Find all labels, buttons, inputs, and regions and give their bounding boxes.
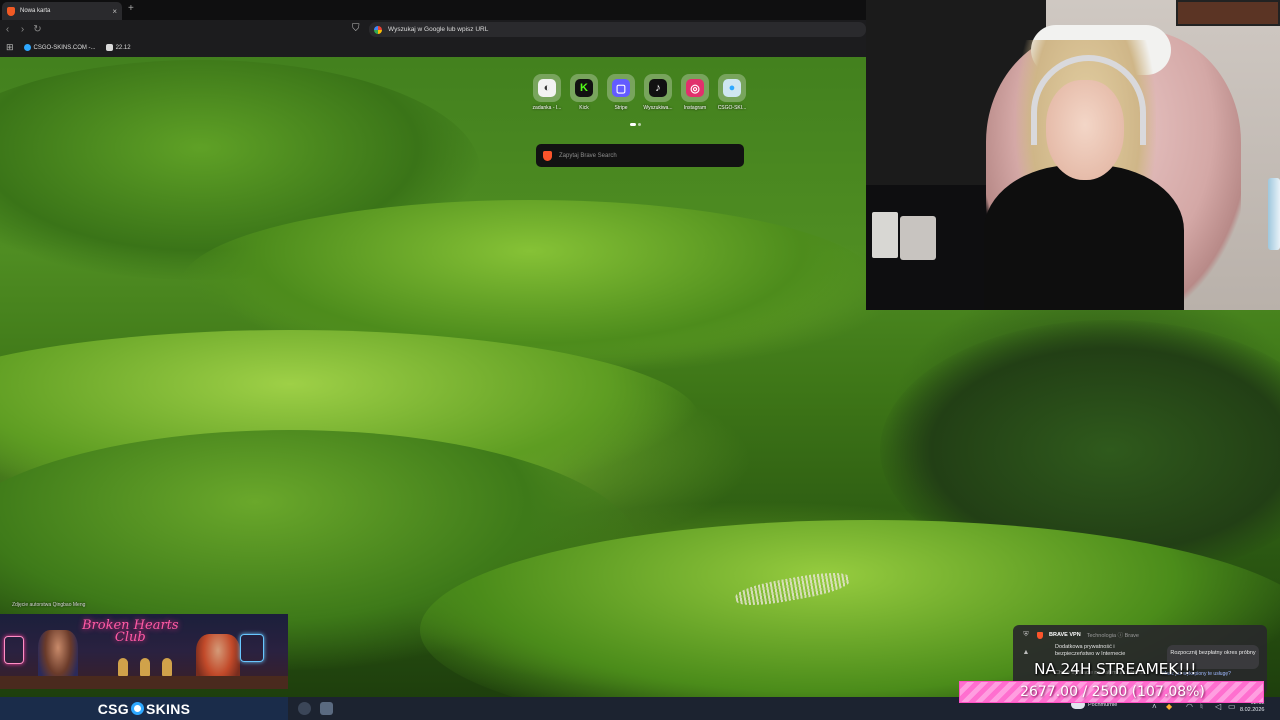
bookmarks-bar: ⊞ CSGO-SKINS.COM -... 22.12 xyxy=(0,39,866,56)
back-icon[interactable]: ‹ xyxy=(0,24,15,35)
brave-icon xyxy=(1037,631,1043,639)
shortcut-label: CSGO-SKI... xyxy=(717,105,747,111)
shortcut-tile: ♪ xyxy=(644,74,672,102)
sponsor-text: CSG xyxy=(97,700,129,717)
bookmark-22-12[interactable]: 22.12 xyxy=(105,44,131,51)
shortcut-zadanka[interactable]: ◐ zadanka - I... xyxy=(532,74,562,111)
settings-icon[interactable] xyxy=(298,702,311,715)
clip-title: Broken Hearts Club xyxy=(82,619,179,645)
tab-new-tab[interactable]: Nowa karta × xyxy=(2,2,122,20)
shortcut-tile: ◎ xyxy=(681,74,709,102)
webcam-feed xyxy=(866,0,1280,310)
shortcut-tile: ▢ xyxy=(607,74,635,102)
brave-icon xyxy=(543,150,552,161)
shortcut-label: Kick xyxy=(579,105,589,111)
close-tab-icon[interactable]: × xyxy=(112,7,117,16)
clock-date: 8.02.2026 xyxy=(1240,707,1265,713)
tab-strip: Nowa karta × + xyxy=(0,0,866,20)
warning-icon: ▲ xyxy=(1022,649,1030,656)
shortcut-label: Instagram xyxy=(683,105,707,111)
shortcut-label: Wyszukiwa... xyxy=(643,105,673,111)
beer-tap xyxy=(140,658,150,676)
bookmark-page-icon xyxy=(105,44,113,51)
brave-search-box[interactable]: Zapytaj Brave Search xyxy=(536,144,744,167)
webcam-mug xyxy=(872,212,898,258)
shortcut-tiktok[interactable]: ♪ Wyszukiwa... xyxy=(643,74,673,111)
clip-title-line2: Club xyxy=(114,630,146,645)
shortcut-label: zadanka - I... xyxy=(532,105,562,111)
shortcut-stripe[interactable]: ▢ Stripe xyxy=(606,74,636,111)
top-sites: ◐ zadanka - I... K Kick ▢ Stripe ♪ Wyszu… xyxy=(532,74,747,111)
sponsor-text: SKINS xyxy=(145,700,191,717)
webcam-streamer-body xyxy=(984,165,1184,310)
zadanka-icon: ◐ xyxy=(538,79,556,97)
pager-dot-active[interactable] xyxy=(630,123,636,126)
bookmark-label: CSGO-SKINS.COM -... xyxy=(33,44,96,51)
notepad-icon[interactable] xyxy=(320,702,333,715)
vpn-warning-row: ▲ xyxy=(1021,649,1031,656)
search-placeholder: Zapytaj Brave Search xyxy=(559,152,617,159)
beer-tap xyxy=(162,658,172,676)
photo-credit[interactable]: Zdjęcie autorstwa Qingbao Meng xyxy=(12,602,85,608)
new-tab-button[interactable]: + xyxy=(128,3,134,14)
forward-icon[interactable]: › xyxy=(15,24,30,35)
tiktok-icon: ♪ xyxy=(649,79,667,97)
shortcut-csgo-skins[interactable]: ● CSGO-SKI... xyxy=(717,74,747,111)
webcam-water-bottle xyxy=(1268,178,1280,250)
goal-progress-text: 2677.00 / 2500 (107.08%) xyxy=(1020,684,1205,700)
neon-sign xyxy=(240,634,264,662)
kick-icon: K xyxy=(575,79,593,97)
shield-icon: ⛨ xyxy=(1023,631,1029,638)
shortcut-tile: ◐ xyxy=(533,74,561,102)
shortcut-instagram[interactable]: ◎ Instagram xyxy=(680,74,710,111)
brave-icon xyxy=(7,6,15,16)
neon-sign xyxy=(4,636,24,664)
browser-toolbar: Nowa karta × + ‹ › ↻ ⛉ Wyszukaj w Google… xyxy=(0,0,866,57)
shortcut-tile: K xyxy=(570,74,598,102)
csgo-skins-logo-icon xyxy=(130,702,144,715)
reload-icon[interactable]: ↻ xyxy=(30,24,45,35)
vpn-tag: Technologia ⓘ Brave xyxy=(1086,633,1139,639)
goal-title: NA 24H STREAMEK!!! xyxy=(1034,660,1197,678)
instagram-icon: ◎ xyxy=(686,79,704,97)
webcam-picture-frame xyxy=(1176,0,1280,26)
address-bar[interactable]: Wyszukaj w Google lub wpisz URL xyxy=(369,22,866,37)
tab-title: Nowa karta xyxy=(20,8,51,14)
bookmark-csgo-skins[interactable]: CSGO-SKINS.COM -... xyxy=(23,44,96,51)
apps-grid-icon[interactable]: ⊞ xyxy=(6,42,14,53)
pager-dot[interactable] xyxy=(638,123,641,126)
bookmark-icon[interactable]: ⛉ xyxy=(352,23,360,34)
vpn-title: BRAVE VPN xyxy=(1049,632,1081,638)
casino-clip: Broken Hearts Club xyxy=(0,614,288,689)
vpn-description: Dodatkowa prywatność i bezpieczeństwo w … xyxy=(1055,644,1126,657)
shortcut-kick[interactable]: K Kick xyxy=(569,74,599,111)
csgo-skins-icon: ● xyxy=(723,79,741,97)
goal-progress-bar: 2677.00 / 2500 (107.08%) xyxy=(959,681,1264,703)
csgo-skins-icon xyxy=(23,44,31,51)
shortcut-label: Stripe xyxy=(614,105,628,111)
address-placeholder: Wyszukaj w Google lub wpisz URL xyxy=(388,26,489,33)
google-icon xyxy=(374,25,382,34)
clip-bar-counter xyxy=(0,676,288,689)
stripe-icon: ▢ xyxy=(612,79,630,97)
beer-tap xyxy=(118,658,128,676)
shortcut-tile: ● xyxy=(718,74,746,102)
vpn-header: ⛨ BRAVE VPN Technologia ⓘ Brave xyxy=(1021,631,1139,639)
bookmark-label: 22.12 xyxy=(115,44,131,51)
sponsor-banner: CSG SKINS xyxy=(0,697,288,720)
webcam-mug xyxy=(900,216,936,260)
top-sites-pager[interactable] xyxy=(630,123,641,126)
